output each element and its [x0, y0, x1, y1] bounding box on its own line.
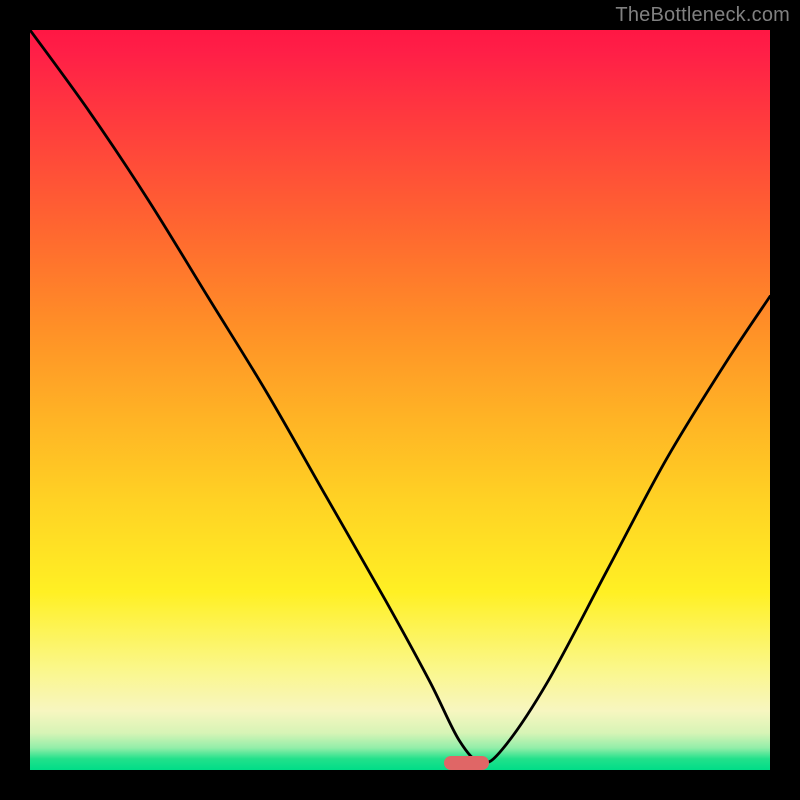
optimal-marker [444, 756, 488, 770]
plot-area [30, 30, 770, 770]
chart-container: TheBottleneck.com [0, 0, 800, 800]
bottleneck-curve [30, 30, 770, 770]
watermark-text: TheBottleneck.com [615, 4, 790, 27]
